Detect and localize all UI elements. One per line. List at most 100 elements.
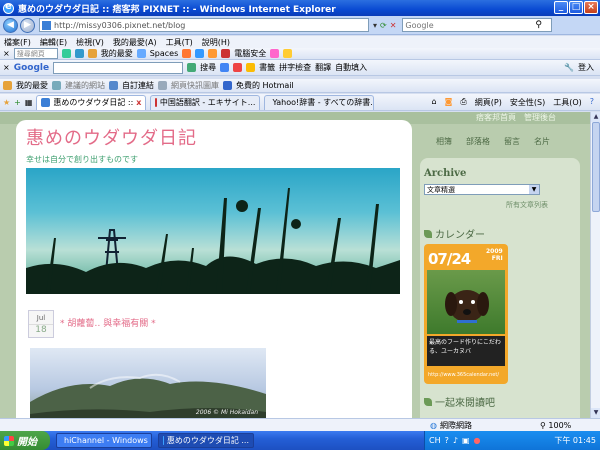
zoom-control[interactable]: ⚲ 100% — [540, 421, 571, 430]
scrollbar-thumb[interactable] — [592, 122, 600, 212]
star-icon[interactable] — [87, 49, 97, 58]
mail-icon[interactable] — [182, 49, 192, 58]
calendar-widget[interactable]: 07/24 2009 FRI 最高のフード作りにこだわる、ユーカヌバ http:… — [424, 244, 508, 384]
google-search-icon[interactable] — [187, 63, 197, 72]
menu-favorites[interactable]: 我的最愛(A) — [113, 37, 157, 48]
heart-icon[interactable] — [270, 49, 280, 58]
close-button[interactable]: × — [584, 1, 598, 14]
address-input[interactable] — [54, 20, 354, 30]
archive-select[interactable]: 文章精選 ▼ — [424, 184, 540, 195]
menu-edit[interactable]: 編輯(E) — [40, 37, 67, 48]
scroll-up-icon[interactable]: ▲ — [591, 112, 600, 122]
start-button[interactable]: 開始 — [0, 431, 50, 450]
favorites-center-icon[interactable]: ★ — [3, 98, 10, 107]
add-favorite-icon[interactable]: + — [14, 98, 21, 107]
taskbar-item-hichannel[interactable]: hiChannel - Windows ... — [56, 433, 152, 448]
tab-close-icon[interactable]: x — [136, 98, 141, 107]
reading-heading: 一起來閱讀吧 — [424, 394, 495, 409]
reading-heading-text: 一起來閱讀吧 — [435, 398, 495, 409]
messenger-icon[interactable] — [195, 49, 205, 58]
home-icon[interactable]: ⌂ — [432, 97, 437, 108]
toolbar-search-input[interactable]: 搜尋網頁 — [13, 48, 58, 59]
pagerank-icon[interactable] — [233, 63, 243, 72]
web-slice-link[interactable]: 網頁快訊圖庫 — [171, 80, 219, 91]
google-search-input[interactable] — [53, 61, 184, 74]
tab-list-icon[interactable]: ▦ — [25, 98, 33, 107]
close-toolbar-icon[interactable]: × — [3, 49, 10, 58]
translate-button[interactable]: 翻譯 — [315, 62, 331, 73]
maximize-button[interactable]: □ — [569, 1, 583, 14]
plus-icon[interactable] — [220, 63, 230, 72]
search-icon[interactable] — [61, 49, 71, 58]
ime-indicator[interactable]: CH — [429, 436, 441, 445]
screen: 惠めのウダウダ日記 :: 痞客邦 PIXNET :: - Windows Int… — [0, 0, 600, 450]
volume-icon[interactable]: ♪ — [453, 436, 458, 445]
favorites-link[interactable]: 我的最愛 — [101, 48, 133, 59]
dropdown-icon[interactable]: ▾ — [373, 21, 377, 30]
feeds-icon[interactable]: ◙ — [445, 97, 453, 108]
nav-profile[interactable]: 名片 — [534, 136, 550, 147]
print-icon[interactable]: ⎙ — [460, 97, 466, 108]
calendar-url[interactable]: http://www.365calendar.net/ — [428, 372, 499, 378]
tab-yahoo[interactable]: Yahoo!辞書 - すべての辞書... — [264, 94, 375, 110]
wrench-icon[interactable]: 🔧 — [564, 63, 574, 72]
nav-album[interactable]: 相簿 — [436, 136, 452, 147]
stop-icon[interactable]: ✕ — [390, 21, 397, 30]
shield-icon[interactable] — [221, 49, 231, 58]
spellcheck-button[interactable]: 拼字檢查 — [279, 62, 311, 73]
rss-icon[interactable] — [208, 49, 218, 58]
nav-blog[interactable]: 部落格 — [466, 136, 490, 147]
antivirus-icon[interactable]: ● — [474, 436, 481, 445]
favorites-star-icon[interactable] — [3, 81, 12, 90]
page-menu[interactable]: 網頁(P) — [475, 97, 502, 108]
nav-guestbook[interactable]: 留言 — [504, 136, 520, 147]
search-input[interactable] — [405, 20, 536, 30]
post-title[interactable]: * 胡蘿蔔‥ 與幸福有關 * — [60, 316, 156, 329]
security-link[interactable]: 電腦安全 — [234, 48, 266, 59]
bookmarks-button[interactable]: 書籤 — [259, 62, 275, 73]
tab-translate[interactable]: 中国語翻訳 - エキサイト... — [150, 94, 261, 110]
custom-links-link[interactable]: 自訂連結 — [122, 80, 154, 91]
menu-help[interactable]: 說明(H) — [202, 37, 230, 48]
hotmail-icon[interactable] — [223, 81, 232, 90]
help-icon[interactable]: ? — [590, 97, 594, 108]
all-posts-link[interactable]: 所有文章列表 — [506, 200, 548, 210]
bookmark-icon[interactable] — [246, 63, 256, 72]
web-icon[interactable] — [74, 49, 84, 58]
favorites-button[interactable]: 我的最愛 — [16, 80, 48, 91]
hotmail-link[interactable]: 免費的 Hotmail — [236, 80, 294, 91]
search-icon[interactable]: ⚲ — [535, 20, 542, 30]
refresh-icon[interactable]: ⟳ — [380, 21, 387, 30]
admin-link[interactable]: 管理後台 — [524, 112, 556, 123]
pixnet-home-link[interactable]: 痞客邦首頁 — [476, 112, 516, 123]
smiley-icon[interactable] — [283, 49, 293, 58]
taskbar-item-blog[interactable]: 惠めのウダウダ日記 ... — [158, 433, 254, 448]
forward-button[interactable]: ▶ — [20, 17, 35, 33]
minimize-button[interactable]: _ — [554, 1, 568, 14]
menu-file[interactable]: 檔案(F) — [4, 37, 31, 48]
spaces-icon[interactable] — [136, 49, 146, 58]
menu-tools[interactable]: 工具(T) — [166, 37, 193, 48]
scroll-down-icon[interactable]: ▼ — [591, 408, 600, 418]
help-icon[interactable]: ? — [445, 436, 449, 445]
suggested-sites-icon[interactable] — [52, 81, 61, 90]
google-search-button[interactable]: 搜尋 — [200, 62, 216, 73]
autofill-button[interactable]: 自動填入 — [335, 62, 367, 73]
menu-view[interactable]: 檢視(V) — [76, 37, 104, 48]
blog-title[interactable]: 惠めのウダウダ日記 — [26, 124, 197, 150]
network-icon[interactable]: ▣ — [462, 436, 470, 445]
address-bar[interactable] — [39, 18, 369, 32]
suggested-sites-link[interactable]: 建議的網站 — [65, 80, 105, 91]
tab-blog[interactable]: 惠めのウダウダ日記 :: x — [36, 94, 147, 110]
chevron-down-icon[interactable]: ▼ — [529, 185, 539, 194]
spaces-link[interactable]: Spaces — [150, 49, 179, 58]
close-toolbar-icon[interactable]: × — [3, 63, 10, 72]
vertical-scrollbar[interactable]: ▲ ▼ — [590, 112, 600, 418]
tools-menu[interactable]: 工具(O) — [553, 97, 582, 108]
signin-link[interactable]: 登入 — [578, 62, 600, 73]
custom-links-icon[interactable] — [109, 81, 118, 90]
web-slice-icon[interactable] — [158, 81, 167, 90]
safety-menu[interactable]: 安全性(S) — [510, 97, 545, 108]
back-button[interactable]: ◀ — [3, 17, 18, 33]
search-box[interactable]: ⚲ — [402, 18, 553, 32]
